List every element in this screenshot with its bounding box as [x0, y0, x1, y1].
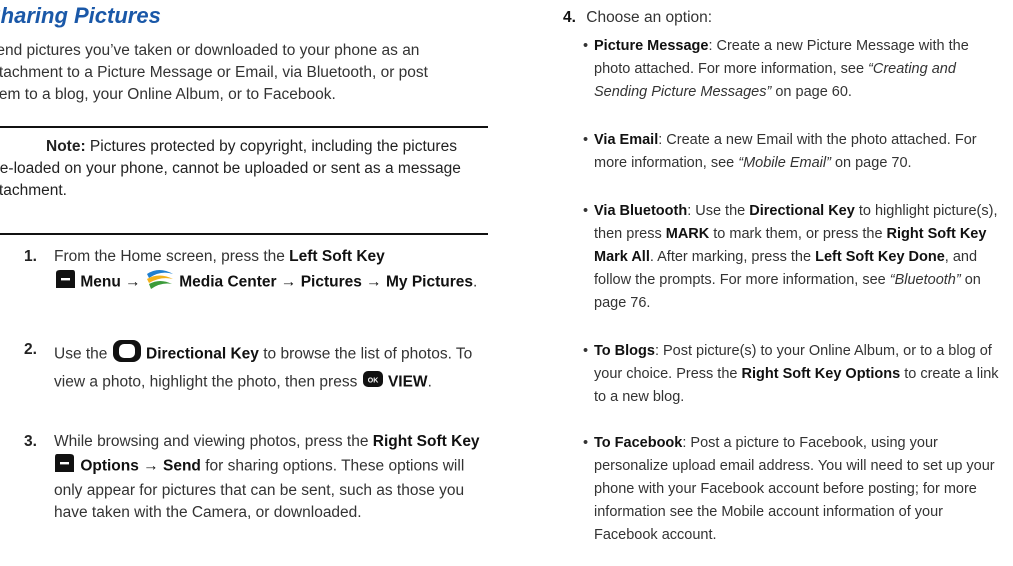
- menu-label: Menu: [80, 273, 121, 291]
- arrow: →: [125, 273, 141, 291]
- step-4: 4. Choose an option:: [563, 7, 712, 29]
- page-reference: on page 60.: [771, 84, 852, 100]
- bullet-label: Via Email: [594, 132, 659, 148]
- step-text: Use the: [54, 345, 108, 363]
- options-label: Options: [80, 457, 139, 475]
- section-title: Sharing Pictures: [0, 3, 161, 28]
- bullet-label: To Facebook: [594, 435, 683, 451]
- bullet-text: to mark them, or press the: [709, 226, 887, 242]
- page-reference: on page 70.: [830, 155, 912, 171]
- right-soft-key-label: Right Soft Key: [372, 433, 480, 450]
- bullet-via-bluetooth: • Via Bluetooth: Use the Directional Key…: [583, 200, 1013, 315]
- bullet-dot: •: [583, 343, 589, 359]
- media-center-label: Media Center: [179, 273, 277, 291]
- bullet-dot: •: [583, 132, 589, 148]
- bullet-picture-message: • Picture Message: Create a new Picture …: [583, 35, 1003, 104]
- note-label: Note:: [46, 138, 86, 155]
- note-paragraph: Note: Pictures protected by copyright, i…: [0, 136, 486, 202]
- bullet-text: : Use the: [687, 203, 750, 219]
- options-label: Right Soft Key Options: [741, 366, 901, 382]
- bullet-dot: •: [583, 203, 589, 219]
- bullet-text: . After marking, press the: [649, 249, 816, 265]
- period: .: [427, 373, 432, 391]
- mark-label: MARK: [665, 226, 710, 242]
- bullet-dot: •: [583, 435, 589, 451]
- media-center-icon: [145, 268, 175, 297]
- left-soft-key-label: Left Soft Key: [289, 248, 385, 265]
- arrow: →: [280, 273, 297, 291]
- period: .: [473, 273, 478, 291]
- send-label: Send: [163, 457, 201, 475]
- arrow: →: [143, 457, 159, 475]
- bullet-to-blogs: • To Blogs: Post picture(s) to your Onli…: [583, 340, 1013, 409]
- note-box: Note: Pictures protected by copyright, i…: [0, 126, 488, 235]
- step-text: From the Home screen, press the: [54, 248, 290, 265]
- cross-reference: “Mobile Email”: [738, 155, 831, 171]
- bullet-dot: •: [583, 38, 589, 54]
- step-text: Choose an option:: [586, 9, 713, 26]
- my-pictures-label: My Pictures: [385, 273, 473, 291]
- bullet-label: To Blogs: [594, 343, 655, 359]
- directional-key-label: Directional Key: [749, 203, 855, 219]
- step-number: 1.: [24, 248, 37, 265]
- intro-paragraph: Send pictures you’ve taken or downloaded…: [0, 42, 428, 103]
- step-number: 4.: [563, 9, 576, 26]
- step-number: 3.: [24, 433, 37, 450]
- bullet-to-facebook: • To Facebook: Post a picture to Faceboo…: [583, 432, 1003, 547]
- view-label: VIEW: [387, 373, 428, 391]
- pictures-label: Pictures: [300, 273, 362, 291]
- bullet-label: Picture Message: [594, 38, 709, 54]
- directional-key-icon: [112, 339, 142, 370]
- step-number: 2.: [24, 341, 37, 358]
- bullet-via-email: • Via Email: Create a new Email with the…: [583, 129, 1003, 175]
- arrow: →: [366, 273, 382, 291]
- directional-key-label: Directional Key: [146, 345, 259, 363]
- ok-key-icon: OK: [362, 370, 384, 395]
- bullet-text: : Post a picture to Facebook, using your…: [594, 435, 995, 543]
- cross-reference: “Bluetooth”: [889, 272, 961, 288]
- step-text: While browsing and viewing photos, press…: [54, 433, 373, 450]
- right-soft-key-icon: [54, 453, 76, 480]
- bullet-label: Via Bluetooth: [594, 203, 688, 219]
- ok-key-label: OK: [367, 378, 378, 385]
- left-soft-key-icon: [54, 269, 76, 296]
- done-label: Left Soft Key Done: [815, 249, 945, 265]
